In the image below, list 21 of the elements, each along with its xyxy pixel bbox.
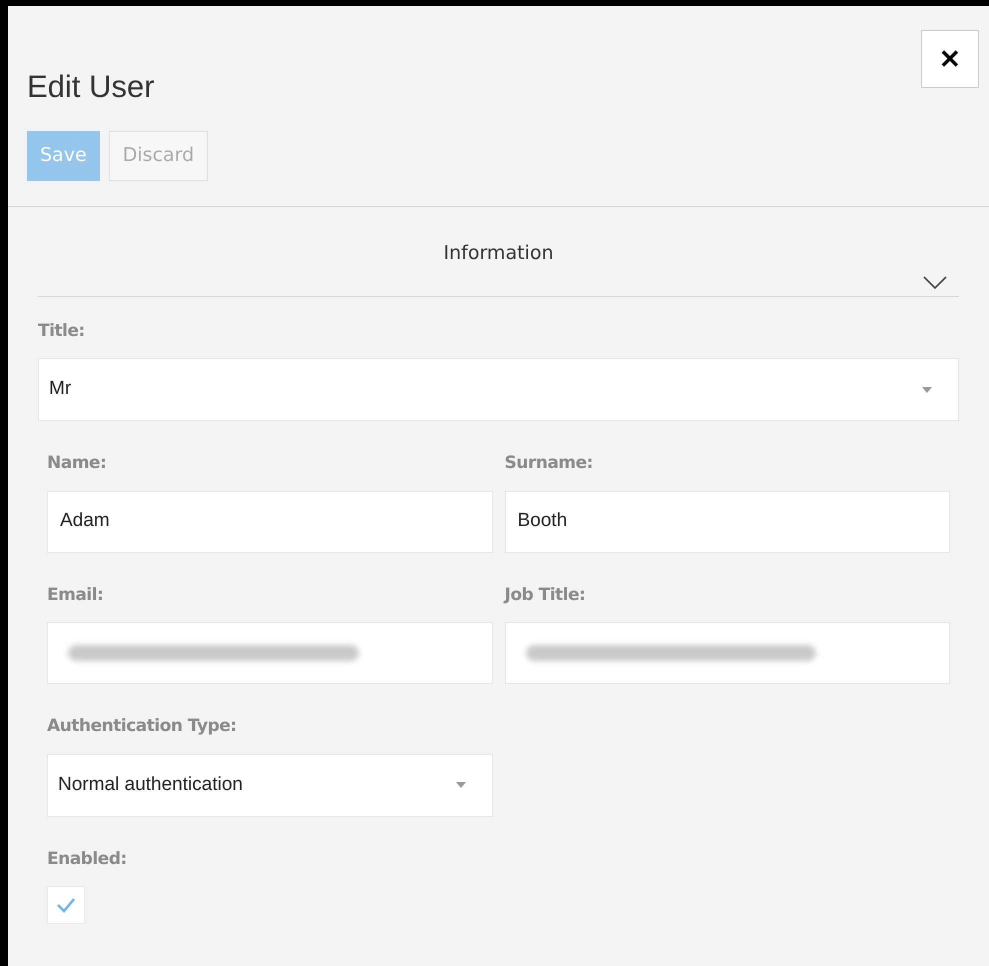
dropdown-field[interactable]: Normal authentication — [47, 754, 492, 816]
dialog-title: Edit User — [27, 68, 154, 106]
field-label: Surname: — [504, 452, 594, 475]
field-label: Enabled: — [47, 848, 128, 870]
input-field[interactable] — [504, 622, 950, 684]
field-label: Email: — [47, 584, 104, 606]
chevron-icon — [923, 276, 947, 290]
checkbox[interactable] — [47, 886, 85, 924]
input-field[interactable] — [47, 622, 492, 684]
dropdown-caret-icon — [922, 386, 932, 392]
checkmark-icon — [56, 897, 76, 913]
dropdown-field[interactable]: Mr — [38, 358, 959, 421]
field-label: Name: — [47, 452, 108, 475]
input-field[interactable]: Booth — [504, 490, 950, 552]
section-header[interactable]: Information — [38, 206, 959, 296]
close-button[interactable]: ✕ — [921, 30, 979, 88]
input-field[interactable]: Adam — [47, 490, 492, 552]
field-label: Authentication Type: — [47, 715, 238, 738]
field-label: Job Title: — [504, 584, 586, 606]
dropdown-caret-icon — [456, 782, 466, 788]
field-label: Title: — [38, 320, 86, 342]
